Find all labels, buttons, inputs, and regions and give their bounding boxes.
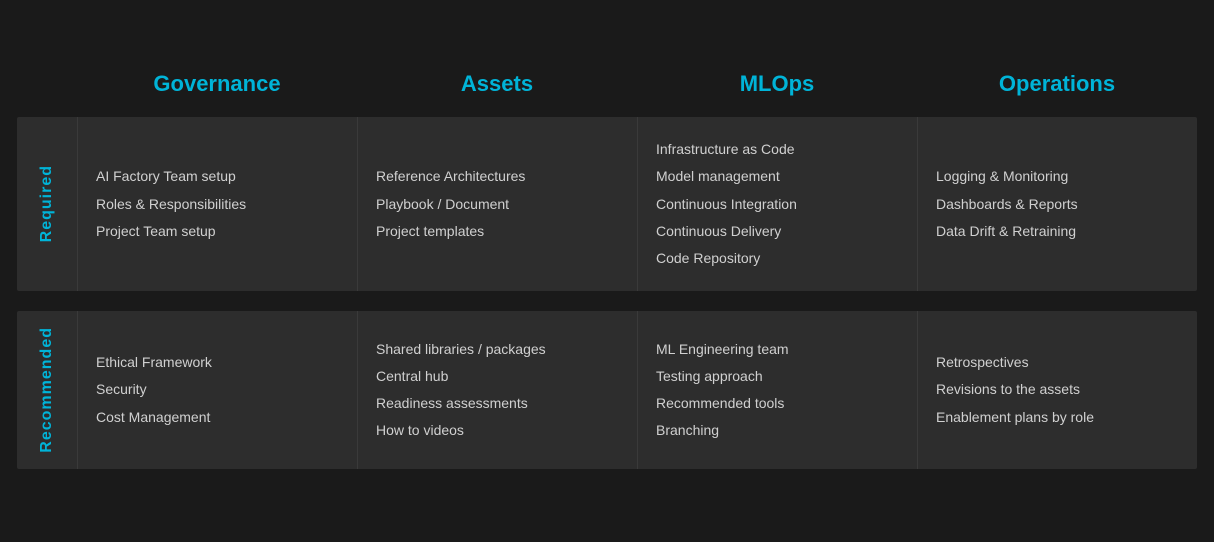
- rec-gov-item-2: Security: [96, 377, 339, 402]
- required-governance-cell: AI Factory Team setup Roles & Responsibi…: [77, 117, 357, 291]
- rec-mlops-item-1: ML Engineering team: [656, 337, 899, 362]
- req-mlops-item-2: Model management: [656, 164, 899, 189]
- rec-assets-item-1: Shared libraries / packages: [376, 337, 619, 362]
- req-ops-item-2: Dashboards & Reports: [936, 192, 1179, 217]
- req-ops-item-3: Data Drift & Retraining: [936, 219, 1179, 244]
- req-ops-item-1: Logging & Monitoring: [936, 164, 1179, 189]
- recommended-mlops-cell: ML Engineering team Testing approach Rec…: [637, 311, 917, 469]
- header-assets: Assets: [357, 63, 637, 109]
- section-required-label: Required: [38, 165, 56, 242]
- rec-mlops-item-3: Recommended tools: [656, 391, 899, 416]
- req-mlops-item-1: Infrastructure as Code: [656, 137, 899, 162]
- required-operations-cell: Logging & Monitoring Dashboards & Report…: [917, 117, 1197, 291]
- header-spacer: [17, 63, 77, 109]
- header-governance: Governance: [77, 63, 357, 109]
- rec-assets-item-4: How to videos: [376, 418, 619, 443]
- rec-ops-item-3: Enablement plans by role: [936, 405, 1179, 430]
- header-mlops: MLOps: [637, 63, 917, 109]
- rec-assets-item-2: Central hub: [376, 364, 619, 389]
- req-gov-item-2: Roles & Responsibilities: [96, 192, 339, 217]
- required-mlops-cell: Infrastructure as Code Model management …: [637, 117, 917, 291]
- recommended-assets-cell: Shared libraries / packages Central hub …: [357, 311, 637, 469]
- rec-gov-item-3: Cost Management: [96, 405, 339, 430]
- req-gov-item-3: Project Team setup: [96, 219, 339, 244]
- section-recommended-label: Recommended: [38, 327, 56, 453]
- section-recommended-label-cell: Recommended: [17, 311, 77, 469]
- section-required-label-cell: Required: [17, 117, 77, 291]
- divider: [17, 301, 1197, 311]
- rec-ops-item-1: Retrospectives: [936, 350, 1179, 375]
- section-recommended: Recommended Ethical Framework Security C…: [17, 311, 1197, 469]
- recommended-operations-cell: Retrospectives Revisions to the assets E…: [917, 311, 1197, 469]
- header-row: Governance Assets MLOps Operations: [17, 63, 1197, 109]
- header-operations: Operations: [917, 63, 1197, 109]
- rec-gov-item-1: Ethical Framework: [96, 350, 339, 375]
- rec-mlops-item-2: Testing approach: [656, 364, 899, 389]
- rec-assets-item-3: Readiness assessments: [376, 391, 619, 416]
- req-assets-item-1: Reference Architectures: [376, 164, 619, 189]
- rec-mlops-item-4: Branching: [656, 418, 899, 443]
- required-assets-cell: Reference Architectures Playbook / Docum…: [357, 117, 637, 291]
- req-gov-item-1: AI Factory Team setup: [96, 164, 339, 189]
- recommended-governance-cell: Ethical Framework Security Cost Manageme…: [77, 311, 357, 469]
- req-mlops-item-4: Continuous Delivery: [656, 219, 899, 244]
- section-required: Required AI Factory Team setup Roles & R…: [17, 117, 1197, 291]
- main-table: Governance Assets MLOps Operations Requi…: [17, 63, 1197, 479]
- req-assets-item-3: Project templates: [376, 219, 619, 244]
- rec-ops-item-2: Revisions to the assets: [936, 377, 1179, 402]
- req-mlops-item-3: Continuous Integration: [656, 192, 899, 217]
- req-mlops-item-5: Code Repository: [656, 246, 899, 271]
- req-assets-item-2: Playbook / Document: [376, 192, 619, 217]
